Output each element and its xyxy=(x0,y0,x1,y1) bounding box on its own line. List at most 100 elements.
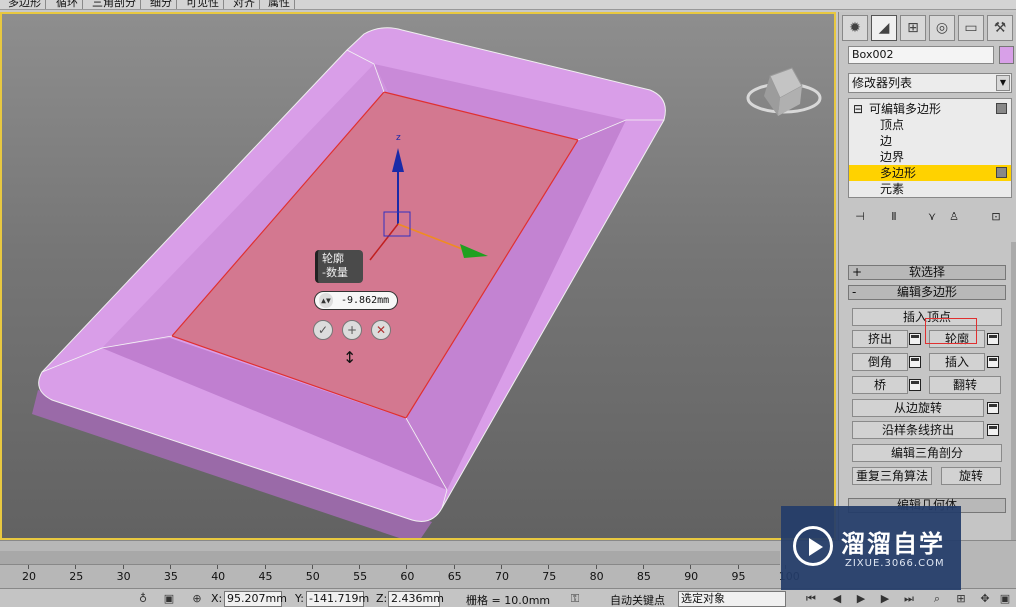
bridge-button[interactable]: 桥 xyxy=(852,376,908,394)
zoom-icon[interactable]: ⌕ xyxy=(930,591,944,606)
modifier-list-dropdown[interactable]: 修改器列表 ▼ xyxy=(848,73,1012,93)
menu-item-properties[interactable]: 属性 xyxy=(264,0,295,9)
timeline-tick xyxy=(359,565,361,569)
timeline-tick-label: 65 xyxy=(447,570,462,583)
key-icon[interactable]: ⚿ xyxy=(568,591,582,606)
create-tab-icon[interactable]: ✹ xyxy=(842,15,868,41)
utilities-tab-icon[interactable]: ⚒ xyxy=(987,15,1013,41)
modify-tab-icon[interactable]: ◢ xyxy=(871,15,897,41)
chevron-down-icon[interactable]: ▼ xyxy=(996,75,1010,91)
go-to-end-icon[interactable]: ⏭ xyxy=(902,591,916,606)
retriangulate-button[interactable]: 重复三角算法 xyxy=(852,467,932,485)
auto-key-button[interactable]: 自动关键点 xyxy=(610,592,665,607)
timeline-tick-label: 45 xyxy=(258,570,273,583)
configure-sets-icon[interactable]: ⊡ xyxy=(986,208,1006,226)
stack-item-editable-poly[interactable]: ⊟ 可编辑多边形 xyxy=(849,101,1011,117)
timeline-tick xyxy=(264,565,266,569)
go-to-start-icon[interactable]: ⏮ xyxy=(804,591,818,606)
play-logo-icon xyxy=(793,526,833,566)
stack-item-polygon[interactable]: 多边形 xyxy=(849,165,1011,181)
hinge-settings-icon[interactable] xyxy=(987,402,999,414)
y-coord-field[interactable]: -141.719m xyxy=(306,591,369,607)
previous-frame-icon[interactable]: ◀ xyxy=(830,591,844,606)
collapse-icon[interactable]: ⊟ xyxy=(853,101,863,117)
hierarchy-tab-icon[interactable]: ⊞ xyxy=(900,15,926,41)
remove-modifier-icon[interactable]: ♙ xyxy=(944,208,964,226)
stack-item-label: 多边形 xyxy=(880,166,917,180)
rollout-title: 编辑多边形 xyxy=(896,285,957,299)
timeline-tick-label: 85 xyxy=(636,570,651,583)
plus-icon[interactable]: + xyxy=(342,320,362,340)
timeline-tick xyxy=(737,565,739,569)
absolute-mode-icon[interactable]: ⊕ xyxy=(190,591,204,606)
maximize-viewport-icon[interactable]: ▣ xyxy=(998,591,1012,606)
track-bar[interactable] xyxy=(0,551,780,565)
menu-item-visibility[interactable]: 可见性 xyxy=(182,0,224,9)
selection-icon[interactable]: ▣ xyxy=(162,591,176,606)
spinner-arrows-icon[interactable]: ▲▼ xyxy=(319,293,333,308)
menu-item-loop[interactable]: 循环 xyxy=(52,0,83,9)
timeline-tick-label: 70 xyxy=(495,570,509,583)
selection-set-dropdown[interactable]: 选定对象 xyxy=(678,591,786,607)
stack-item-vertex[interactable]: 顶点 xyxy=(849,117,1011,133)
object-color-swatch[interactable] xyxy=(999,46,1014,64)
timeline-tick-label: 95 xyxy=(731,570,746,583)
bevel-button[interactable]: 倒角 xyxy=(852,353,908,371)
menu-item-align[interactable]: 对齐 xyxy=(229,0,260,9)
stack-item-edge[interactable]: 边 xyxy=(849,133,1011,149)
outline-amount-value[interactable]: -9.862mm xyxy=(341,292,389,309)
stack-item-label: 可编辑多边形 xyxy=(869,102,942,116)
zoom-all-icon[interactable]: ⊞ xyxy=(954,591,968,606)
timeline-tick-label: 90 xyxy=(684,570,699,583)
modifier-list-label: 修改器列表 xyxy=(852,76,913,90)
flip-button[interactable]: 翻转 xyxy=(929,376,1001,394)
perspective-viewport[interactable]: z 轮廓 -数量 ▲▼ -9.862mm ✓ + ✕ ↕ xyxy=(0,12,836,540)
display-tab-icon[interactable]: ▭ xyxy=(958,15,984,41)
lock-selection-icon[interactable]: ♁ xyxy=(136,591,150,606)
stack-toggle-icon[interactable] xyxy=(996,103,1007,114)
menu-item-polygon[interactable]: 多边形 xyxy=(4,0,46,9)
outline-settings-icon[interactable] xyxy=(987,333,999,345)
timeline-tick-label: 25 xyxy=(69,570,84,583)
stack-item-label: 边 xyxy=(880,134,893,148)
caddy-title: 轮廓 xyxy=(322,252,344,265)
soft-selection-rollout[interactable]: + 软选择 xyxy=(848,265,1006,280)
timeline-tick xyxy=(311,565,313,569)
hinge-from-edge-button[interactable]: 从边旋转 xyxy=(852,399,984,417)
caddy-param: -数量 xyxy=(322,266,348,279)
pin-stack-icon[interactable]: ⊣ xyxy=(850,208,870,226)
play-icon[interactable]: ▶ xyxy=(854,591,868,606)
menu-item-triangulate[interactable]: 三角剖分 xyxy=(88,0,141,9)
stack-toggle-icon[interactable] xyxy=(996,167,1007,178)
show-end-result-icon[interactable]: Ⅱ xyxy=(884,208,904,226)
stack-item-label: 边界 xyxy=(880,150,905,164)
stack-item-border[interactable]: 边界 xyxy=(849,149,1011,165)
make-unique-icon[interactable]: ⋎ xyxy=(922,208,942,226)
motion-tab-icon[interactable]: ◎ xyxy=(929,15,955,41)
x-icon[interactable]: ✕ xyxy=(371,320,391,340)
z-coord-field[interactable]: 2.436mm xyxy=(388,591,444,607)
inset-button[interactable]: 插入 xyxy=(929,353,985,371)
next-frame-icon[interactable]: ▶ xyxy=(878,591,892,606)
check-icon[interactable]: ✓ xyxy=(313,320,333,340)
x-coord-field[interactable]: 95.207mm xyxy=(224,591,287,607)
pan-icon[interactable]: ✥ xyxy=(978,591,992,606)
inset-settings-icon[interactable] xyxy=(987,356,999,368)
edit-triangulation-button[interactable]: 编辑三角剖分 xyxy=(852,444,1002,462)
panel-scrollbar[interactable] xyxy=(1011,242,1016,540)
bridge-settings-icon[interactable] xyxy=(909,379,921,391)
edit-polygons-rollout[interactable]: - 编辑多边形 xyxy=(848,285,1006,300)
extrude-button[interactable]: 挤出 xyxy=(852,330,908,348)
extrude-settings-icon[interactable] xyxy=(909,333,921,345)
turn-button[interactable]: 旋转 xyxy=(941,467,1001,485)
object-name-field[interactable]: Box002 xyxy=(848,46,994,64)
menu-item-subdivide[interactable]: 细分 xyxy=(146,0,177,9)
extrude-spline-settings-icon[interactable] xyxy=(987,424,999,436)
gizmo-z-label: z xyxy=(396,133,401,143)
bevel-settings-icon[interactable] xyxy=(909,356,921,368)
extrude-along-spline-button[interactable]: 沿样条线挤出 xyxy=(852,421,984,439)
outline-amount-spinner[interactable]: ▲▼ -9.862mm xyxy=(314,291,398,310)
command-panel: ✹ ◢ ⊞ ◎ ▭ ⚒ Box002 修改器列表 ▼ ⊟ 可编辑多边形 顶点 边… xyxy=(838,12,1016,540)
viewport-scene: z xyxy=(32,27,822,538)
stack-item-element[interactable]: 元素 xyxy=(849,181,1011,197)
